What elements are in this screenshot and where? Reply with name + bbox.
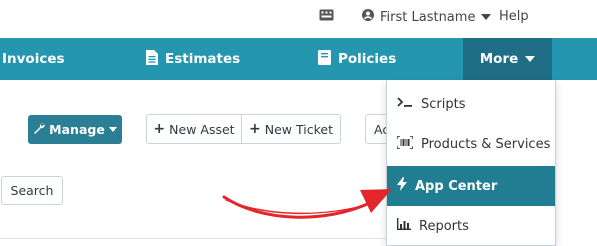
barcode-icon bbox=[396, 134, 414, 153]
user-name: First Lastname bbox=[380, 9, 476, 25]
nav-policies-label: Policies bbox=[338, 51, 397, 67]
menu-item-reports-label: Reports bbox=[419, 218, 469, 234]
menu-item-reports[interactable]: Reports bbox=[387, 206, 555, 246]
document-icon bbox=[146, 49, 158, 69]
top-bar: First Lastname Help bbox=[0, 0, 597, 38]
manage-button[interactable]: Manage bbox=[28, 115, 122, 144]
menu-item-products-services[interactable]: Products & Services bbox=[387, 124, 555, 164]
search-button[interactable]: Search bbox=[1, 176, 63, 205]
nav-invoices-label: Invoices bbox=[2, 51, 65, 67]
new-asset-button[interactable]: + New Asset bbox=[146, 114, 242, 144]
chevron-down-icon bbox=[481, 14, 492, 20]
plus-icon: + bbox=[153, 121, 166, 137]
new-ticket-button[interactable]: + New Ticket bbox=[241, 114, 341, 144]
bolt-icon bbox=[397, 177, 407, 195]
nav-more-label: More bbox=[479, 51, 519, 67]
menu-item-app-center[interactable]: App Center bbox=[387, 166, 555, 206]
nav-estimates-label: Estimates bbox=[165, 51, 241, 67]
menu-item-app-center-label: App Center bbox=[415, 178, 498, 194]
user-menu[interactable]: First Lastname bbox=[362, 9, 492, 25]
nav-estimates[interactable]: Estimates bbox=[146, 38, 240, 80]
menu-item-products-services-label: Products & Services bbox=[421, 136, 551, 152]
new-ticket-label: New Ticket bbox=[264, 121, 333, 137]
menu-item-scripts-label: Scripts bbox=[421, 96, 466, 112]
main-nav: Invoices Estimates Policies More bbox=[0, 38, 597, 80]
user-circle-icon bbox=[362, 9, 374, 25]
nav-policies[interactable]: Policies bbox=[318, 38, 396, 80]
terminal-icon bbox=[397, 96, 413, 112]
manage-label: Manage bbox=[49, 122, 105, 137]
nav-more[interactable]: More bbox=[463, 38, 552, 80]
plus-icon: + bbox=[249, 121, 261, 137]
bar-chart-icon bbox=[397, 218, 411, 234]
book-icon bbox=[318, 49, 331, 69]
caret-down-icon bbox=[525, 56, 536, 62]
keyboard-shortcuts-button[interactable] bbox=[319, 9, 334, 25]
new-asset-label: New Asset bbox=[169, 121, 235, 137]
more-dropdown-menu: Scripts Products & Services App Center R… bbox=[386, 80, 556, 246]
nav-invoices[interactable]: Invoices bbox=[2, 38, 65, 80]
wrench-icon bbox=[33, 122, 45, 137]
help-link[interactable]: Help bbox=[499, 9, 529, 24]
caret-down-icon bbox=[108, 127, 117, 132]
search-label: Search bbox=[10, 183, 54, 198]
menu-item-scripts[interactable]: Scripts bbox=[387, 84, 555, 124]
divider bbox=[0, 238, 387, 239]
keyboard-icon bbox=[319, 9, 334, 25]
